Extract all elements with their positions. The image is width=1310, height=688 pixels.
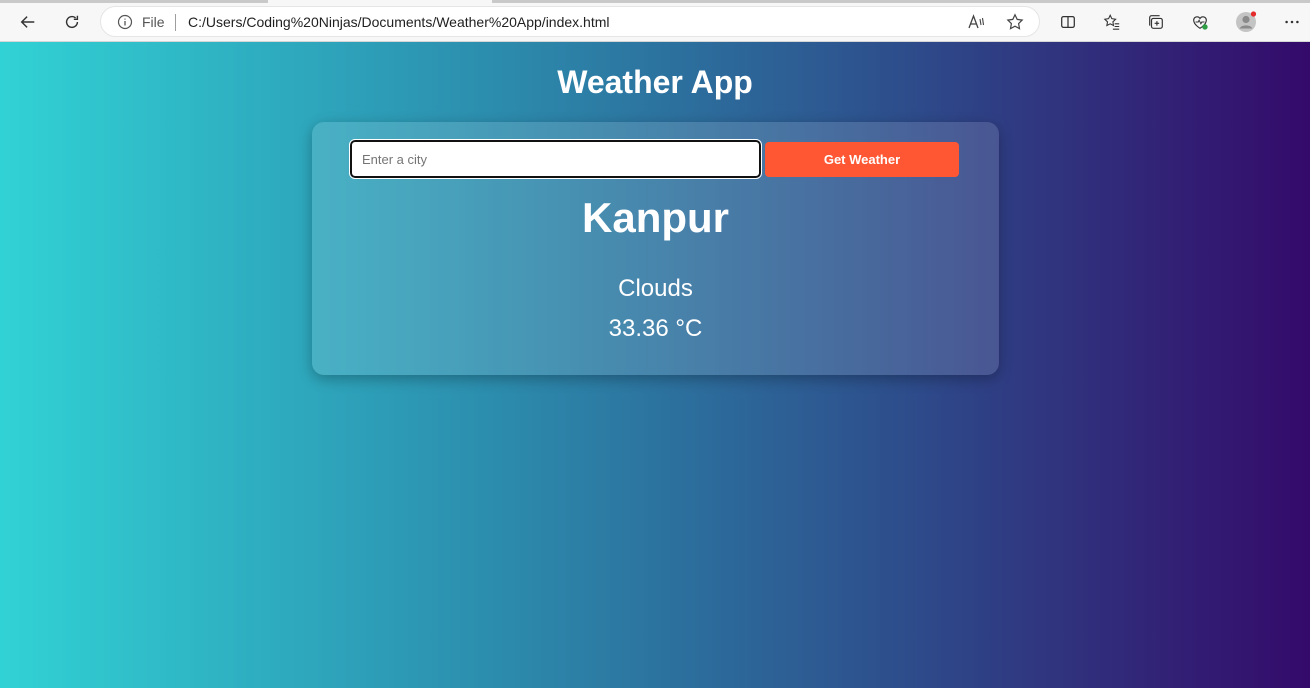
collections-icon: [1149, 15, 1163, 29]
address-bar[interactable]: File C:/Users/Coding%20Ninjas/Documents/…: [100, 6, 1040, 37]
back-button[interactable]: [12, 6, 44, 38]
more-options-icon: [1285, 20, 1299, 24]
read-aloud-icon[interactable]: [967, 13, 985, 31]
app-title: Weather App: [557, 64, 753, 100]
favorite-star-icon[interactable]: [1006, 13, 1024, 31]
heart-pulse-icon: [1193, 16, 1208, 30]
weather-card: Get Weather Kanpur Clouds 33.36 °C: [312, 122, 999, 375]
address-separator: [175, 14, 176, 31]
split-screen-icon: [1061, 15, 1075, 29]
refresh-button[interactable]: [56, 6, 88, 38]
get-weather-button[interactable]: Get Weather: [765, 142, 959, 177]
city-name: Kanpur: [582, 194, 729, 241]
temperature-value: 33.36 °C: [608, 315, 703, 342]
collections-button[interactable]: [1140, 6, 1172, 38]
city-search-input[interactable]: [349, 139, 762, 179]
avatar: [1236, 11, 1257, 32]
favorites-button[interactable]: [1096, 6, 1128, 38]
split-screen-button[interactable]: [1052, 6, 1084, 38]
address-url[interactable]: C:/Users/Coding%20Ninjas/Documents/Weath…: [188, 14, 610, 30]
weather-app-page: Weather App Get Weather Kanpur Clouds 33…: [0, 42, 1310, 688]
tab-strip-edge: [0, 0, 1310, 3]
back-arrow-icon: [20, 16, 35, 28]
info-icon[interactable]: [117, 14, 133, 30]
weather-description: Clouds: [618, 275, 693, 302]
refresh-icon: [65, 15, 79, 29]
browser-toolbar: File C:/Users/Coding%20Ninjas/Documents/…: [0, 0, 1310, 42]
favorites-list-icon: [1103, 13, 1120, 30]
address-scheme-label: File: [142, 14, 165, 30]
profile-button[interactable]: [1230, 6, 1262, 38]
settings-more-button[interactable]: [1276, 6, 1308, 38]
browser-essentials-button[interactable]: [1184, 6, 1216, 38]
